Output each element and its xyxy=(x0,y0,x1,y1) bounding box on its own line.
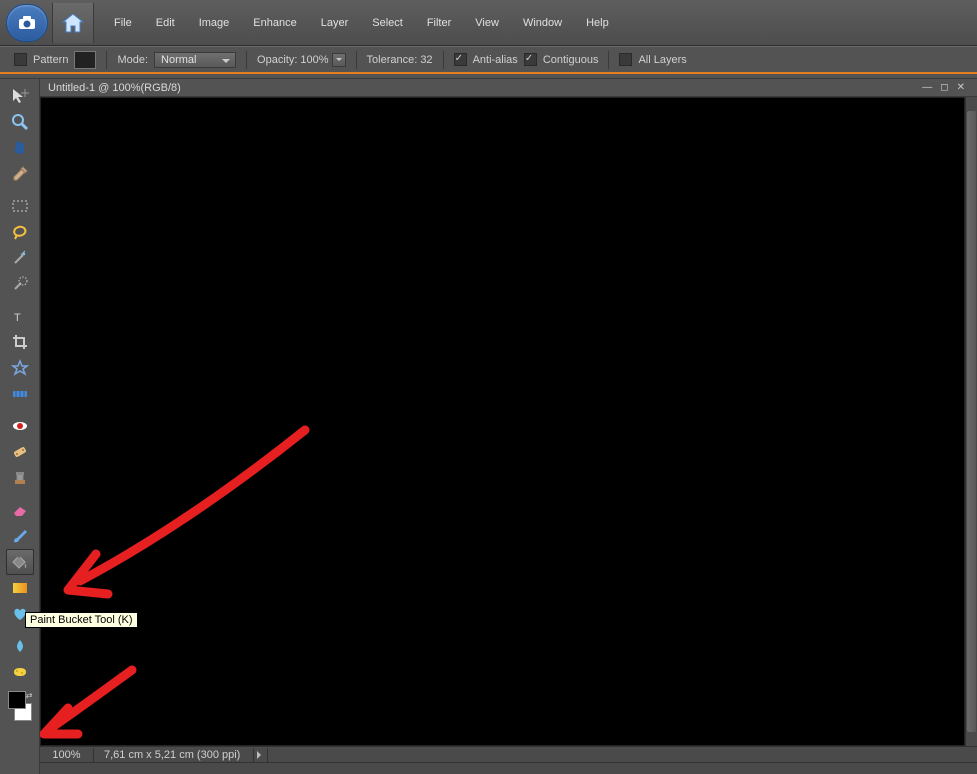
menu-image[interactable]: Image xyxy=(187,11,242,35)
healing-tool[interactable] xyxy=(6,439,34,465)
toolbar: T ⇄ xyxy=(0,79,40,774)
divider xyxy=(106,51,107,69)
menu-layer[interactable]: Layer xyxy=(309,11,361,35)
document-titlebar[interactable]: Untitled-1 @ 100%(RGB/8) — ◻ ✕ xyxy=(40,79,977,97)
mode-label: Mode: xyxy=(117,54,148,66)
zoom-field[interactable]: 100% xyxy=(40,748,94,762)
redeye-tool[interactable] xyxy=(6,413,34,439)
color-swatches[interactable]: ⇄ xyxy=(6,691,34,721)
menu-enhance[interactable]: Enhance xyxy=(241,11,308,35)
tolerance-label: Tolerance: xyxy=(367,54,418,66)
menu-items: File Edit Image Enhance Layer Select Fil… xyxy=(102,11,621,35)
menu-window[interactable]: Window xyxy=(511,11,574,35)
options-bar: Pattern Mode: Normal Opacity: 100% Toler… xyxy=(0,46,977,74)
zoom-tool[interactable] xyxy=(6,109,34,135)
contiguous-checkbox[interactable] xyxy=(524,53,537,66)
workspace: T ⇄ Untitled-1 @ 100%(RGB/8) xyxy=(0,78,977,774)
divider xyxy=(443,51,444,69)
maximize-button[interactable]: ◻ xyxy=(940,82,948,93)
alllayers-label: All Layers xyxy=(638,54,686,66)
status-bar: 100% 7,61 cm x 5,21 cm (300 ppi) xyxy=(40,746,977,762)
resize-grip xyxy=(40,762,977,774)
menu-edit[interactable]: Edit xyxy=(144,11,187,35)
dimensions-label: 7,61 cm x 5,21 cm (300 ppi) xyxy=(94,748,254,762)
crop-tool[interactable] xyxy=(6,329,34,355)
statusbar-menu[interactable] xyxy=(254,748,268,762)
menu-view[interactable]: View xyxy=(463,11,511,35)
close-button[interactable]: ✕ xyxy=(957,82,965,93)
tolerance-value[interactable]: 32 xyxy=(420,54,432,66)
svg-text:T: T xyxy=(14,312,21,324)
menubar: File Edit Image Enhance Layer Select Fil… xyxy=(0,0,977,46)
sponge-tool[interactable] xyxy=(6,659,34,685)
divider xyxy=(246,51,247,69)
menu-file[interactable]: File xyxy=(102,11,144,35)
quick-selection-tool[interactable] xyxy=(6,271,34,297)
antialias-label: Anti-alias xyxy=(473,54,518,66)
mode-select[interactable]: Normal xyxy=(154,52,236,68)
hand-tool[interactable] xyxy=(6,135,34,161)
type-tool[interactable]: T xyxy=(6,303,34,329)
document-title: Untitled-1 @ 100%(RGB/8) xyxy=(48,82,181,94)
minimize-button[interactable]: — xyxy=(922,82,932,93)
canvas[interactable] xyxy=(40,97,965,746)
pattern-swatch[interactable] xyxy=(74,51,96,69)
opacity-value[interactable]: 100% xyxy=(300,54,328,66)
vertical-scrollbar[interactable] xyxy=(965,97,977,746)
move-tool[interactable] xyxy=(6,83,34,109)
pattern-label: Pattern xyxy=(33,54,68,66)
swap-colors-icon[interactable]: ⇄ xyxy=(26,691,33,700)
pattern-checkbox[interactable] xyxy=(14,53,27,66)
document-window: Untitled-1 @ 100%(RGB/8) — ◻ ✕ 100% 7,61… xyxy=(40,79,977,774)
eyedropper-tool[interactable] xyxy=(6,161,34,187)
divider xyxy=(356,51,357,69)
magic-wand-tool[interactable] xyxy=(6,245,34,271)
opacity-stepper[interactable] xyxy=(332,53,346,67)
alllayers-checkbox[interactable] xyxy=(619,53,632,66)
foreground-color[interactable] xyxy=(8,691,26,709)
tool-palette: T xyxy=(6,83,34,685)
cookie-cutter-tool[interactable] xyxy=(6,355,34,381)
clone-stamp-tool[interactable] xyxy=(6,465,34,491)
paint-bucket-tool[interactable] xyxy=(6,549,34,575)
opacity-label: Opacity: xyxy=(257,54,297,66)
app-button[interactable] xyxy=(6,4,48,42)
menu-filter[interactable]: Filter xyxy=(415,11,463,35)
menu-select[interactable]: Select xyxy=(360,11,415,35)
blur-tool[interactable] xyxy=(6,633,34,659)
lasso-tool[interactable] xyxy=(6,219,34,245)
home-button[interactable] xyxy=(52,3,94,43)
horizontal-scrollbar[interactable] xyxy=(300,749,965,761)
contiguous-label: Contiguous xyxy=(543,54,599,66)
eraser-tool[interactable] xyxy=(6,497,34,523)
divider xyxy=(608,51,609,69)
brush-tool[interactable] xyxy=(6,523,34,549)
antialias-checkbox[interactable] xyxy=(454,53,467,66)
straighten-tool[interactable] xyxy=(6,381,34,407)
marquee-tool[interactable] xyxy=(6,193,34,219)
menu-help[interactable]: Help xyxy=(574,11,621,35)
gradient-tool[interactable] xyxy=(6,575,34,601)
tooltip: Paint Bucket Tool (K) xyxy=(25,612,138,628)
